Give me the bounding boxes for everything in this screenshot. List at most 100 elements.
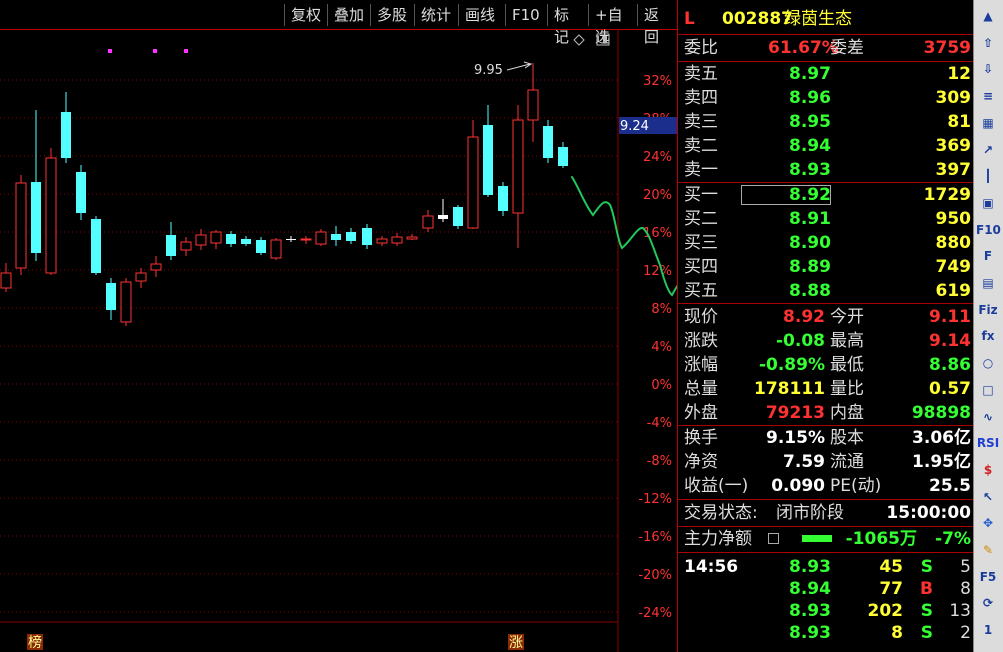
- weibi-value: 61.67%: [768, 38, 839, 58]
- candle-body-down: [558, 147, 568, 166]
- fiz-icon[interactable]: Fiz: [976, 300, 1000, 320]
- ask-label: 卖四: [684, 88, 718, 108]
- bid-volume: 749: [935, 257, 972, 277]
- cursor-icon[interactable]: ↖: [976, 487, 1000, 507]
- bid-label: 买二: [684, 209, 718, 229]
- bid-price: 8.90: [789, 233, 831, 253]
- stat-label-left: 涨跌: [684, 331, 718, 351]
- trade-status-label: 交易状态:: [684, 503, 758, 523]
- candle-body-up: [376, 238, 388, 244]
- kline-icon[interactable]: ┃: [976, 166, 1000, 186]
- down-hollow-arrow-icon[interactable]: ⇩: [976, 59, 1000, 79]
- bid-row: 买一 8.92 1729: [684, 183, 971, 207]
- up-hollow-arrow-icon[interactable]: ⇧: [976, 33, 1000, 53]
- grid-icon[interactable]: ▦: [976, 113, 1000, 133]
- toolbar-button-8[interactable]: 返回: [637, 4, 677, 46]
- chart-toolbar: 复权 叠加 多股 统计 画线 F10 标记 +自选 返回: [0, 0, 677, 46]
- line-chart-icon[interactable]: ↗: [976, 140, 1000, 160]
- ask-volume: 81: [947, 112, 971, 132]
- candle-body-up: [422, 215, 434, 229]
- candle-body-down: [226, 234, 236, 244]
- y-tick-label: -24%: [638, 606, 672, 621]
- weibi-label: 委比: [684, 38, 718, 58]
- fx-icon[interactable]: fx: [976, 326, 1000, 346]
- candle-body-up: [512, 119, 524, 214]
- tick-side: B: [920, 579, 933, 599]
- diamond-icon[interactable]: [573, 34, 585, 46]
- refresh-icon[interactable]: ⟳: [976, 593, 1000, 613]
- y-tick-label: 0%: [651, 378, 672, 393]
- stat-value-left: -0.89%: [758, 355, 825, 375]
- tick-volume: 77: [879, 579, 903, 599]
- f5-icon[interactable]: F5: [976, 567, 1000, 587]
- bid-row: 买四 8.89 749: [684, 255, 971, 279]
- one-icon[interactable]: 1: [976, 620, 1000, 640]
- kline-chart-area[interactable]: 复权叠加多股统计画线F10标记+自选返回 32%28%24%20%16%12%8…: [0, 0, 677, 652]
- info-label-left: 换手: [684, 428, 718, 448]
- toolbar-button-2[interactable]: 多股: [370, 4, 414, 26]
- f10-icon[interactable]: F10: [976, 220, 1001, 240]
- candle-body-up: [467, 136, 479, 229]
- candle-body-down: [346, 232, 356, 241]
- bid-price: 8.89: [789, 257, 831, 277]
- divider: [678, 499, 973, 500]
- stat-row: 涨跌 -0.08 最高 9.14: [684, 329, 971, 353]
- up-arrow-icon[interactable]: ▲: [976, 6, 1000, 26]
- circle-icon[interactable]: ○: [976, 353, 1000, 373]
- candle-body-up: [315, 231, 327, 245]
- ask-volume: 309: [935, 88, 972, 108]
- bid-one-highlight-box[interactable]: [741, 185, 831, 205]
- stock-code: 002887: [722, 9, 793, 29]
- stat-row: 现价 8.92 今开 9.11: [684, 305, 971, 329]
- stat-label-right: 今开: [830, 307, 864, 327]
- bottom-marker-right[interactable]: 涨: [509, 635, 523, 651]
- candle-body-down: [483, 125, 493, 195]
- kline-plot[interactable]: 32%28%24%20%16%12%8%4%0%-4%-8%-12%-16%-2…: [0, 30, 677, 652]
- toolbar-button-0[interactable]: 复权: [284, 4, 327, 26]
- list-icon[interactable]: ≡: [976, 86, 1000, 106]
- move-icon[interactable]: ✥: [976, 513, 1000, 533]
- toolbar-button-6[interactable]: 标记: [547, 4, 588, 46]
- y-tick-label: -12%: [638, 492, 672, 507]
- candle-body-up: [406, 236, 418, 240]
- bid-label: 买一: [684, 185, 718, 205]
- wave-icon[interactable]: ∿: [976, 407, 1000, 427]
- window-icon[interactable]: ▣: [976, 193, 1000, 213]
- candle-body-up: [195, 234, 207, 246]
- stat-row: 外盘 79213 内盘 98898: [684, 401, 971, 425]
- main-flow-list-icon[interactable]: [768, 533, 779, 544]
- toolbar-button-7[interactable]: +自选: [588, 4, 637, 46]
- pencil-icon[interactable]: ✎: [976, 540, 1000, 560]
- main-flow-value: -1065万: [845, 529, 917, 549]
- f-icon[interactable]: F: [976, 246, 1000, 266]
- toolbar-button-5[interactable]: F10: [505, 4, 547, 26]
- weibi-row: 委比 61.67% 委差 3759: [684, 36, 971, 60]
- bid-price: 8.88: [789, 281, 831, 301]
- bottom-marker-left[interactable]: 榜: [28, 634, 42, 651]
- signal-dot: [184, 49, 188, 53]
- toolbar-button-1[interactable]: 叠加: [327, 4, 370, 26]
- quote-panel: L 002887 绿茵生态 委比 61.67% 委差 3759 卖五 8.97 12 卖四 8.96 3…: [677, 0, 973, 652]
- tick-volume: 8: [891, 623, 903, 643]
- stat-label-left: 现价: [684, 307, 718, 327]
- kline-svg[interactable]: 32%28%24%20%16%12%8%4%0%-4%-8%-12%-16%-2…: [0, 30, 677, 652]
- candle-body-up: [527, 89, 539, 121]
- ask-label: 卖一: [684, 160, 718, 180]
- rsi-icon[interactable]: RSI: [976, 433, 1000, 453]
- dollar-icon[interactable]: $: [976, 460, 1000, 480]
- toolbar-button-3[interactable]: 统计: [414, 4, 458, 26]
- info-label-right: PE(动): [830, 476, 882, 496]
- tick-price: 8.93: [789, 601, 831, 621]
- stat-value-left: 8.92: [783, 307, 825, 327]
- toolbar-button-4[interactable]: 画线: [458, 4, 505, 26]
- ask-label: 卖二: [684, 136, 718, 156]
- bid-row: 买三 8.90 880: [684, 231, 971, 255]
- blank-icon[interactable]: □: [976, 380, 1000, 400]
- candle-body-up: [391, 236, 403, 244]
- ask-price: 8.94: [789, 136, 831, 156]
- y-tick-label: 8%: [651, 302, 672, 317]
- bookmark-icon[interactable]: ▤: [976, 273, 1000, 293]
- tick-row: 8.93 202 S 13: [684, 599, 971, 623]
- candle-body-down: [256, 240, 266, 253]
- info-value-right: 1.95亿: [912, 452, 971, 472]
